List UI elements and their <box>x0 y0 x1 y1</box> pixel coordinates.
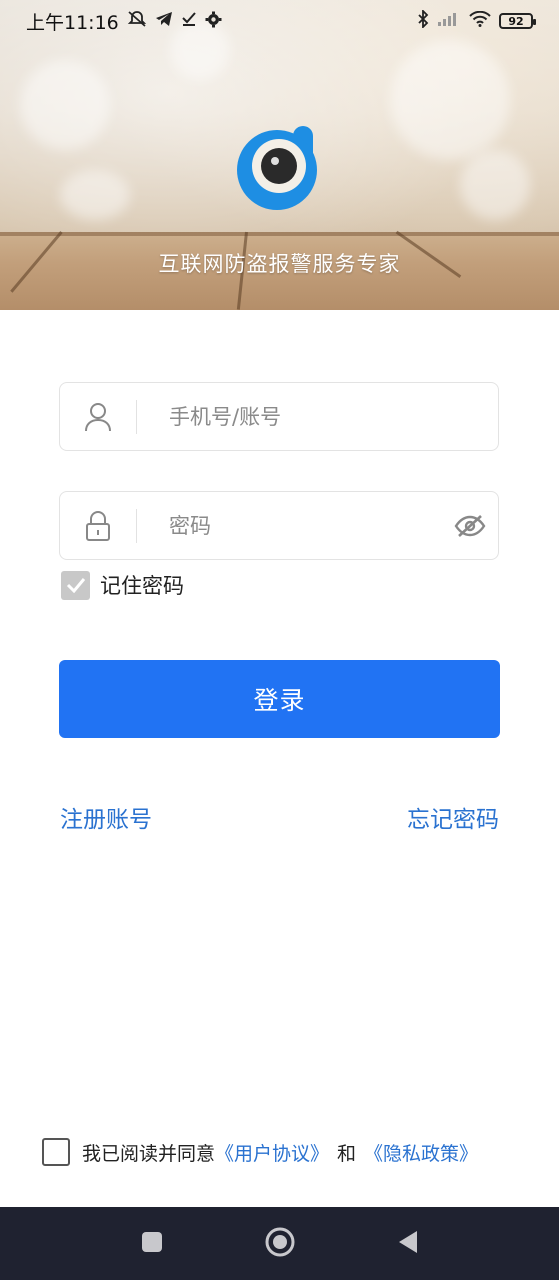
user-agreement-link[interactable]: 《用户协议》 <box>215 1139 329 1166</box>
remember-password[interactable]: 记住密码 <box>61 570 184 600</box>
status-bar: 上午11:16 92 <box>0 0 559 42</box>
user-icon <box>60 383 136 450</box>
agreement-prefix: 我已阅读并同意 <box>82 1142 216 1165</box>
system-nav-bar <box>0 1207 559 1280</box>
remember-checkbox[interactable] <box>61 570 90 600</box>
password-field[interactable] <box>59 491 499 560</box>
battery-level: 92 <box>508 14 524 28</box>
battery-icon: 92 <box>499 13 536 29</box>
signal-icon <box>437 11 461 31</box>
account-field[interactable] <box>59 382 499 451</box>
bluetooth-icon <box>417 8 429 32</box>
recents-icon[interactable] <box>140 1230 164 1258</box>
login-button[interactable]: 登录 <box>59 660 500 738</box>
eye-slash-icon[interactable] <box>442 514 498 538</box>
slogan: 互联网防盗报警服务专家 <box>158 252 401 276</box>
register-link[interactable]: 注册账号 <box>60 800 152 834</box>
app-logo <box>235 124 323 212</box>
bell-muted-icon <box>127 10 147 32</box>
status-time: 上午11:16 <box>26 11 119 34</box>
privacy-policy-link[interactable]: 《隐私政策》 <box>364 1139 478 1166</box>
home-icon[interactable] <box>264 1226 296 1262</box>
telegram-icon <box>155 11 173 31</box>
agreement-and: 和 <box>337 1142 357 1165</box>
account-input[interactable] <box>137 383 498 450</box>
wifi-icon <box>469 10 491 31</box>
back-icon[interactable] <box>396 1229 420 1259</box>
lock-icon <box>60 492 136 559</box>
checkmark-icon <box>181 11 197 31</box>
agreement-row: 我已阅读并同意 《用户协议》 和 《隐私政策》 <box>42 1138 478 1166</box>
gear-icon <box>205 11 222 32</box>
remember-label: 记住密码 <box>100 574 184 598</box>
forgot-password-link[interactable]: 忘记密码 <box>407 800 499 834</box>
password-input[interactable] <box>137 492 442 559</box>
agreement-checkbox[interactable] <box>42 1138 70 1166</box>
